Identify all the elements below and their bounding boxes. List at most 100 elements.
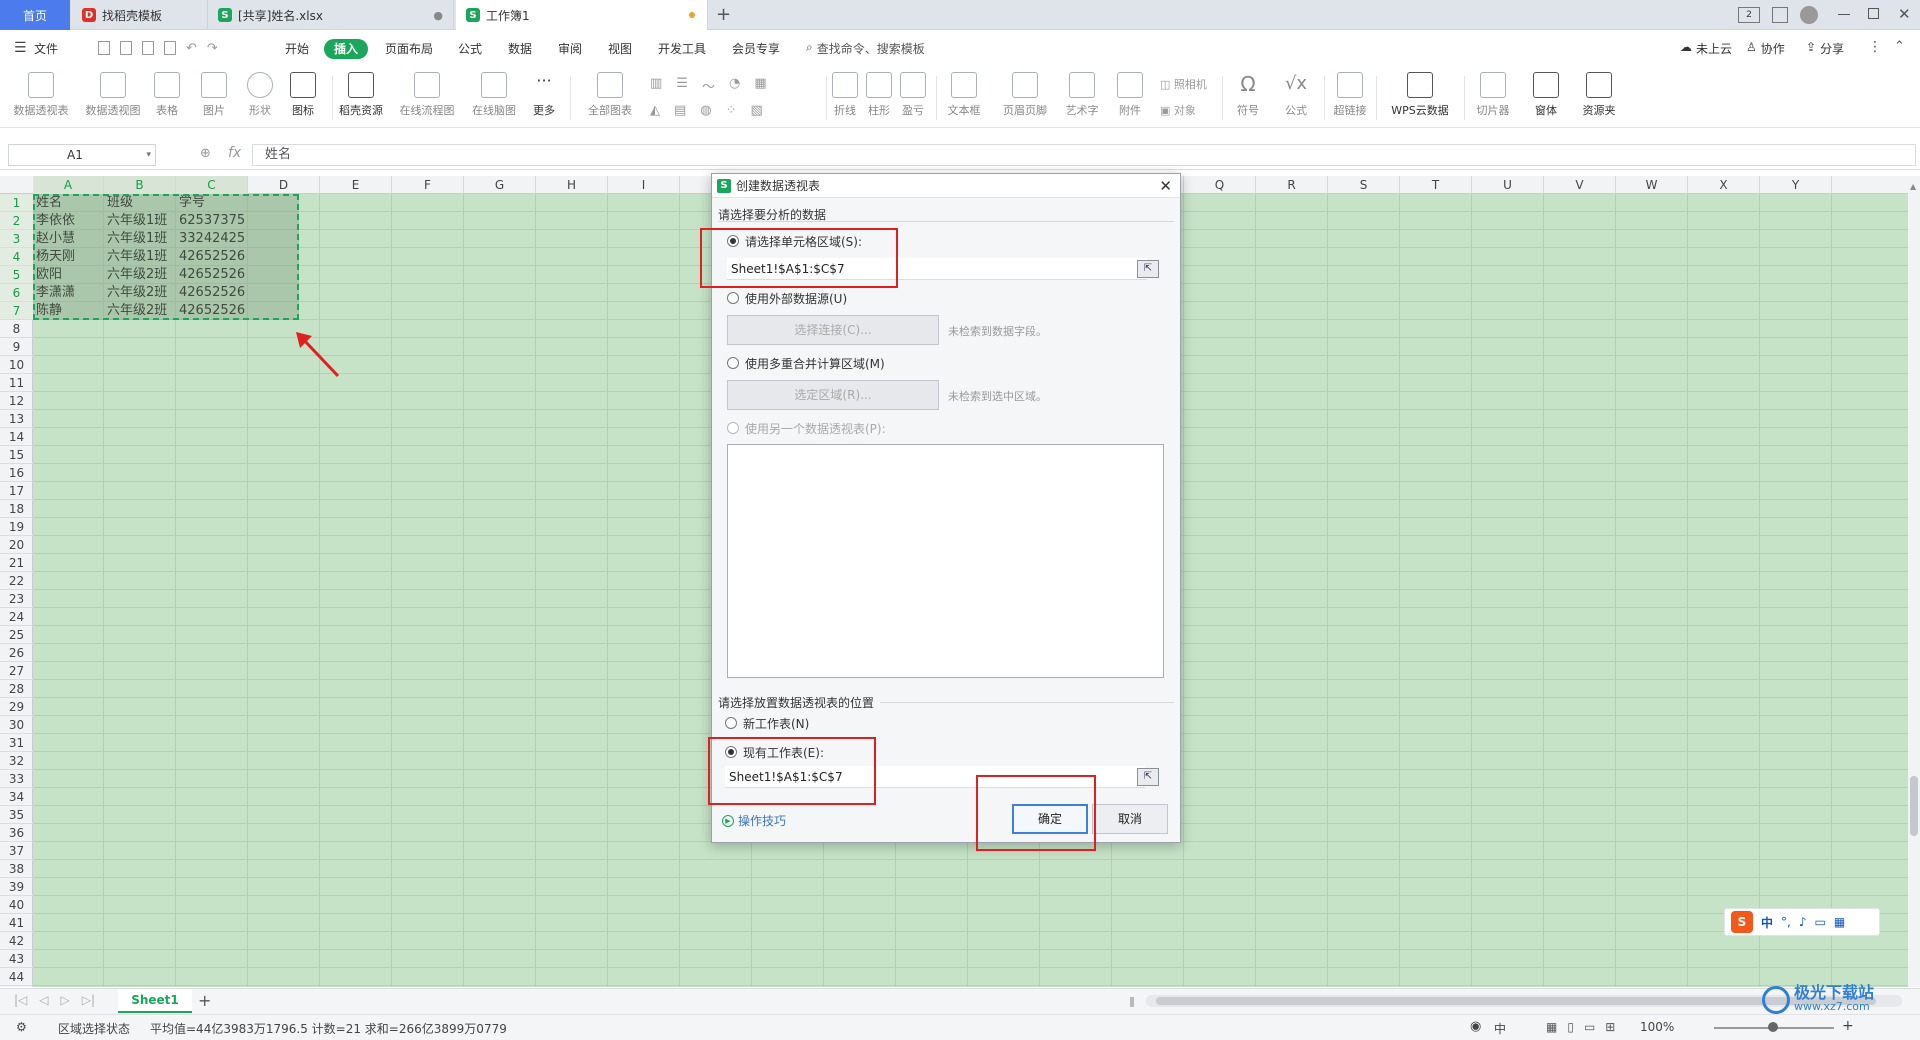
ribbon-shape[interactable]: 形状	[242, 72, 278, 118]
scroll-up-icon[interactable]: ▲	[1910, 182, 1918, 196]
radio-multiple-ranges[interactable]	[727, 357, 739, 369]
ribbon-all-charts[interactable]: 全部图表	[582, 72, 638, 118]
scatter-chart-icon[interactable]: ⁘	[726, 103, 737, 118]
zoom-level[interactable]: 100%	[1640, 1020, 1674, 1034]
row-header-33[interactable]: 33	[0, 770, 33, 788]
punctuation-icon[interactable]: °,	[1781, 915, 1791, 929]
ribbon-picture[interactable]: 图片	[196, 72, 232, 118]
ribbon-flowchart[interactable]: 在线流程图	[396, 72, 458, 118]
apps-grid-icon[interactable]	[1772, 7, 1788, 23]
row-header-27[interactable]: 27	[0, 662, 33, 680]
radio-other-pivot[interactable]	[727, 422, 739, 434]
select-connection-button[interactable]: 选择连接(C)...	[727, 315, 939, 345]
next-sheet-icon[interactable]: ▷	[61, 993, 70, 1007]
export-icon[interactable]	[120, 41, 132, 55]
zoom-fx-icon[interactable]: ⊕	[200, 146, 211, 161]
column-chart-icon[interactable]: ▥	[650, 76, 662, 95]
new-tab-button[interactable]: +	[716, 4, 731, 25]
column-header-f[interactable]: F	[392, 176, 464, 194]
row-header-10[interactable]: 10	[0, 356, 33, 374]
radio-new-sheet-label[interactable]: 新工作表(N)	[743, 715, 809, 732]
line-chart-icon[interactable]: 〜	[702, 76, 715, 95]
page-layout-view-icon[interactable]: ▯	[1567, 1020, 1574, 1034]
row-header-34[interactable]: 34	[0, 788, 33, 806]
row-header-42[interactable]: 42	[0, 932, 33, 950]
row-header-17[interactable]: 17	[0, 482, 33, 500]
ribbon-resource-folder[interactable]: 资源夹	[1574, 72, 1624, 118]
radar-chart-icon[interactable]: ◍	[700, 103, 711, 118]
page-break-view-icon[interactable]: ⊞	[1605, 1020, 1615, 1034]
ribbon-header-footer[interactable]: 页眉页脚	[998, 72, 1052, 118]
window-layout-icon[interactable]: 2	[1738, 7, 1760, 23]
column-header-s[interactable]: S	[1328, 176, 1400, 194]
ribbon-camera[interactable]: ◫ 照相机	[1160, 76, 1207, 92]
radio-other-pivot-label[interactable]: 使用另一个数据透视表(P):	[745, 420, 886, 437]
row-header-1[interactable]: 1	[0, 194, 33, 212]
avatar[interactable]	[1800, 6, 1818, 24]
menu-insert[interactable]: 插入	[324, 39, 369, 59]
ribbon-wps-cloud-data[interactable]: WPS云数据	[1382, 72, 1458, 118]
column-header-w[interactable]: W	[1616, 176, 1688, 194]
prev-sheet-icon[interactable]: ◁	[39, 993, 48, 1007]
column-header-d[interactable]: D	[248, 176, 320, 194]
radio-external-source[interactable]	[727, 292, 739, 304]
row-header-20[interactable]: 20	[0, 536, 33, 554]
zoom-in-icon[interactable]: +	[1842, 1018, 1854, 1034]
close-window-icon[interactable]: ✕	[1898, 5, 1911, 23]
ribbon-textbox[interactable]: 文本框	[942, 72, 986, 118]
row-header-8[interactable]: 8	[0, 320, 33, 338]
reading-view-icon[interactable]: ▭	[1584, 1020, 1595, 1034]
collapse-ribbon-icon[interactable]: ⌃	[1894, 39, 1905, 54]
add-sheet-button[interactable]: +	[198, 991, 211, 1010]
ribbon-equation[interactable]: √x 公式	[1276, 72, 1316, 118]
row-header-37[interactable]: 37	[0, 842, 33, 860]
chart-type-grid[interactable]: ▥ ☰ 〜 ◔ ▦ ◭ ▤ ◍ ⁘ ▧	[650, 76, 820, 118]
preview-icon[interactable]	[164, 41, 176, 55]
other-chart-icon[interactable]: ▧	[751, 103, 763, 118]
ribbon-table[interactable]: 表格	[150, 72, 184, 118]
status-ime[interactable]: 中	[1494, 1020, 1506, 1037]
row-header-14[interactable]: 14	[0, 428, 33, 446]
macro-icon[interactable]: ⚙	[16, 1020, 27, 1034]
first-sheet-icon[interactable]: |◁	[14, 993, 27, 1007]
apps-grid-icon[interactable]: ▦	[1834, 915, 1845, 929]
ime-language[interactable]: 中	[1761, 914, 1773, 931]
row-header-28[interactable]: 28	[0, 680, 33, 698]
column-header-y[interactable]: Y	[1760, 176, 1832, 194]
ribbon-more[interactable]: ··· 更多	[526, 72, 562, 118]
stock-chart-icon[interactable]: ▤	[674, 103, 686, 118]
column-header-h[interactable]: H	[536, 176, 608, 194]
close-tab-icon[interactable]: ●	[433, 9, 443, 22]
row-header-29[interactable]: 29	[0, 698, 33, 716]
column-header-q[interactable]: Q	[1184, 176, 1256, 194]
ribbon-attachment[interactable]: 附件	[1112, 72, 1148, 118]
split-handle[interactable]	[1130, 997, 1134, 1007]
cloud-status[interactable]: ☁ 未上云	[1680, 40, 1732, 57]
ribbon-mindmap[interactable]: 在线脑图	[468, 72, 520, 118]
row-header-11[interactable]: 11	[0, 374, 33, 392]
minimize-icon[interactable]	[1838, 14, 1850, 15]
row-header-4[interactable]: 4	[0, 248, 33, 266]
row-header-18[interactable]: 18	[0, 500, 33, 518]
ribbon-pivot-table[interactable]: 数据透视表	[10, 72, 72, 118]
menu-review[interactable]: 审阅	[556, 39, 584, 59]
tab-templates[interactable]: D 找稻壳模板	[72, 0, 208, 30]
ribbon-form[interactable]: 窗体	[1526, 72, 1566, 118]
row-header-24[interactable]: 24	[0, 608, 33, 626]
ribbon-symbol[interactable]: Ω 符号	[1228, 72, 1268, 118]
column-header-e[interactable]: E	[320, 176, 392, 194]
save-icon[interactable]	[98, 41, 110, 55]
tips-link[interactable]: ▶ 操作技巧	[722, 812, 786, 829]
row-header-7[interactable]: 7	[0, 302, 33, 320]
name-box[interactable]: A1 ▾	[8, 144, 156, 166]
radio-external-source-label[interactable]: 使用外部数据源(U)	[745, 290, 847, 307]
row-header-43[interactable]: 43	[0, 950, 33, 968]
keyboard-icon[interactable]: ▭	[1815, 915, 1826, 929]
row-header-26[interactable]: 26	[0, 644, 33, 662]
last-sheet-icon[interactable]: ▷|	[82, 993, 95, 1007]
bar-chart-icon[interactable]: ☰	[676, 76, 688, 95]
restore-icon[interactable]	[1868, 8, 1879, 19]
tab-shared-file[interactable]: S [共享]姓名.xlsx ●	[208, 0, 454, 30]
menu-data[interactable]: 数据	[506, 39, 534, 59]
column-header-b[interactable]: B	[104, 176, 176, 194]
